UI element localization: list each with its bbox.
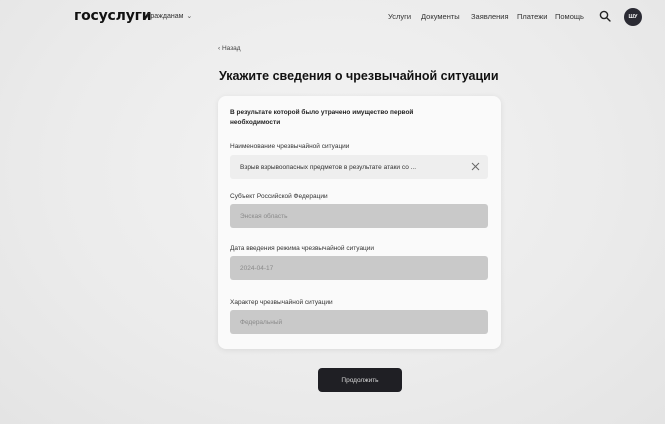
audience-selector[interactable]: Гражданам ⌄ bbox=[147, 12, 193, 21]
regime-date-field: 2024-04-17 bbox=[230, 256, 488, 280]
close-icon[interactable] bbox=[471, 162, 480, 171]
continue-button[interactable]: Продолжить bbox=[318, 368, 402, 392]
nav-item-applications[interactable]: Заявления bbox=[471, 12, 517, 21]
form-card: В результате которой было утрачено имуще… bbox=[218, 96, 501, 349]
field-label-emergency-type: Характер чрезвычайной ситуации bbox=[230, 299, 333, 306]
avatar[interactable]: ШУ bbox=[624, 8, 642, 26]
top-header: госуслуги Гражданам ⌄ Услуги Документы З… bbox=[0, 0, 665, 34]
audience-label: Гражданам bbox=[147, 12, 184, 20]
regime-date-value: 2024-04-17 bbox=[240, 264, 274, 272]
field-label-region: Субъект Российской Федерации bbox=[230, 193, 328, 200]
region-value: Энская область bbox=[240, 212, 288, 220]
nav-item-help[interactable]: Помощь bbox=[555, 12, 585, 21]
chevron-down-icon: ⌄ bbox=[186, 13, 193, 20]
page-title: Укажите сведения о чрезвычайной ситуации bbox=[219, 69, 499, 83]
main-nav: Услуги Документы Заявления Платежи Помощ… bbox=[388, 12, 585, 21]
card-question: В результате которой было утрачено имуще… bbox=[230, 109, 414, 126]
emergency-name-field[interactable]: Взрыв взрывоопасных предметов в результа… bbox=[230, 155, 488, 179]
site-logo[interactable]: госуслуги bbox=[74, 8, 152, 24]
emergency-type-value: Федеральный bbox=[240, 318, 283, 326]
field-label-emergency-name: Наименование чрезвычайной ситуации bbox=[230, 143, 350, 150]
emergency-name-value: Взрыв взрывоопасных предметов в результа… bbox=[240, 163, 417, 171]
nav-item-services[interactable]: Услуги bbox=[388, 12, 421, 21]
field-label-regime-date: Дата введения режима чрезвычайной ситуац… bbox=[230, 245, 375, 252]
region-field: Энская область bbox=[230, 204, 488, 228]
avatar-initials: ШУ bbox=[628, 14, 638, 20]
nav-item-documents[interactable]: Документы bbox=[421, 12, 471, 21]
back-link[interactable]: ‹ Назад bbox=[218, 45, 241, 52]
emergency-type-field: Федеральный bbox=[230, 310, 488, 334]
search-icon[interactable] bbox=[599, 10, 611, 22]
nav-item-payments[interactable]: Платежи bbox=[517, 12, 555, 21]
